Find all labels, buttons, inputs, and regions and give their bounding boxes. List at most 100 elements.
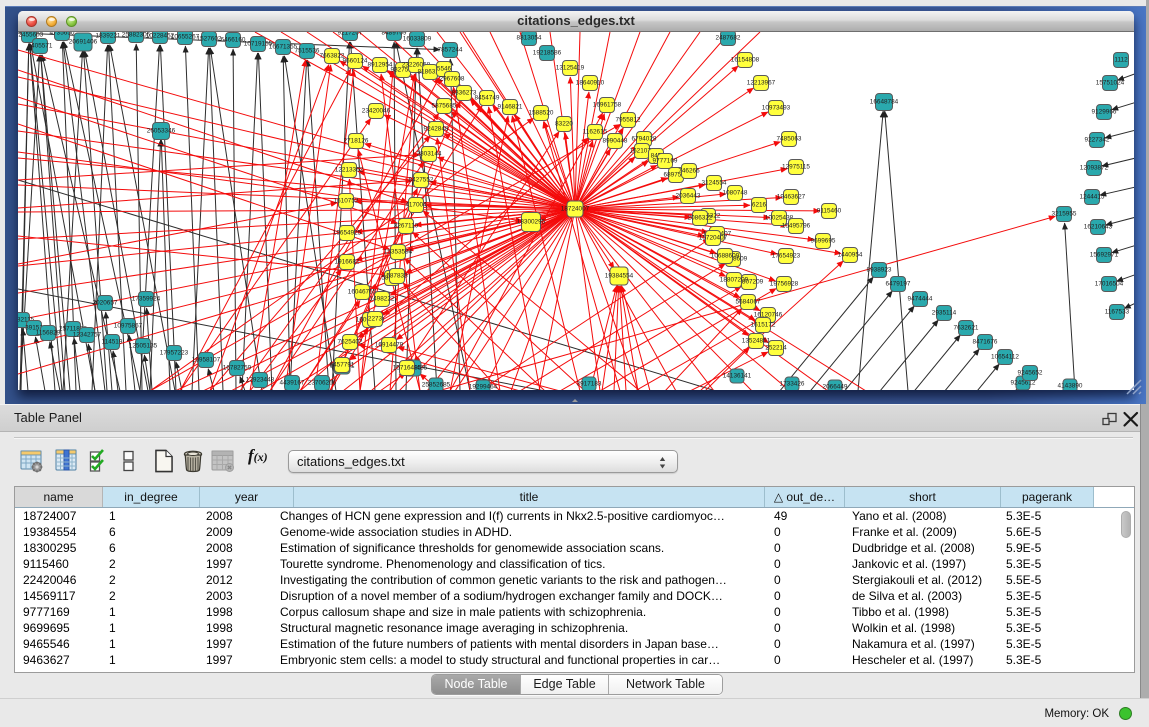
svg-text:8938923: 8938923 — [867, 267, 892, 274]
svg-text:8813054: 8813054 — [517, 35, 542, 42]
svg-text:9129966: 9129966 — [1092, 109, 1117, 116]
svg-text:17654923: 17654923 — [772, 253, 801, 260]
svg-text:17016504: 17016504 — [1095, 281, 1124, 288]
svg-text:23420046: 23420046 — [362, 108, 391, 115]
svg-text:3124554: 3124554 — [702, 180, 727, 187]
svg-text:12213362: 12213362 — [335, 167, 364, 174]
svg-text:7955812: 7955812 — [616, 117, 641, 124]
svg-text:1112: 1112 — [1114, 57, 1128, 64]
svg-text:2967608: 2967608 — [440, 76, 465, 83]
svg-text:13125419: 13125419 — [556, 65, 585, 72]
svg-text:19218586: 19218586 — [533, 50, 562, 57]
svg-text:3917183: 3917183 — [577, 381, 602, 388]
svg-text:12505135: 12505135 — [129, 343, 158, 350]
svg-text:16961758: 16961758 — [593, 102, 622, 109]
svg-text:1588520: 1588520 — [529, 110, 554, 117]
svg-text:12342757: 12342757 — [73, 332, 102, 339]
svg-text:4735650: 4735650 — [50, 32, 75, 37]
svg-text:1440954: 1440954 — [838, 252, 863, 259]
svg-text:2718126: 2718126 — [344, 138, 369, 145]
svg-text:6466160: 6466160 — [221, 37, 246, 44]
svg-text:12975115: 12975115 — [782, 164, 810, 171]
svg-text:25852685: 25852685 — [422, 382, 451, 389]
svg-text:2020657: 2020657 — [93, 300, 118, 307]
svg-text:1156829: 1156829 — [36, 330, 61, 337]
svg-text:5875685: 5875685 — [432, 103, 457, 110]
svg-text:2487682: 2487682 — [716, 35, 741, 42]
svg-text:10958107: 10958107 — [192, 357, 221, 364]
svg-text:1733426: 1733426 — [780, 381, 805, 388]
svg-text:10688609: 10688609 — [711, 253, 740, 260]
svg-text:16648784: 16648784 — [870, 99, 899, 106]
svg-text:22455603: 22455603 — [18, 32, 44, 39]
svg-text:1080748: 1080748 — [723, 190, 748, 197]
svg-text:1527602: 1527602 — [197, 36, 222, 43]
svg-text:10654112: 10654112 — [991, 354, 1019, 361]
svg-text:16046765: 16046765 — [348, 289, 377, 296]
svg-text:10655267: 10655267 — [171, 34, 200, 41]
svg-text:19756928: 19756928 — [770, 281, 799, 288]
svg-text:17957223: 17957223 — [160, 350, 189, 357]
svg-text:14136141: 14136141 — [723, 373, 752, 380]
svg-text:6479197: 6479197 — [886, 281, 911, 288]
svg-text:9146821: 9146821 — [498, 104, 523, 111]
svg-text:5684067: 5684067 — [736, 299, 761, 306]
svg-text:9227342: 9227342 — [1085, 137, 1110, 144]
svg-text:8454749: 8454749 — [475, 95, 500, 102]
svg-text:8912954: 8912954 — [368, 62, 393, 69]
svg-text:9699695: 9699695 — [811, 238, 836, 245]
svg-text:17359924: 17359924 — [132, 296, 161, 303]
svg-text:2086322: 2086322 — [688, 215, 713, 222]
svg-text:19654925: 19654925 — [333, 230, 362, 237]
svg-text:1839221: 1839221 — [96, 33, 121, 40]
svg-text:1610752: 1610752 — [334, 198, 359, 205]
svg-text:7857244: 7857244 — [438, 47, 463, 54]
svg-text:7625402: 7625402 — [338, 339, 363, 346]
svg-text:9660124: 9660124 — [343, 58, 368, 65]
svg-text:7663822: 7663822 — [320, 53, 345, 60]
svg-text:2036443: 2036443 — [676, 193, 701, 200]
svg-text:746266: 746266 — [678, 168, 700, 175]
svg-text:1916682: 1916682 — [335, 259, 360, 266]
svg-text:8471676: 8471676 — [973, 339, 998, 346]
svg-text:20691406: 20691406 — [69, 39, 98, 46]
svg-text:18300295: 18300295 — [517, 219, 546, 226]
svg-text:9242848: 9242848 — [424, 126, 449, 133]
svg-text:15751024: 15751024 — [1096, 80, 1125, 87]
svg-text:9474444: 9474444 — [908, 296, 933, 303]
svg-text:23706266: 23706266 — [308, 380, 337, 387]
svg-text:114519: 114519 — [102, 339, 123, 346]
svg-text:19463627: 19463627 — [777, 194, 806, 201]
svg-text:1615172: 1615172 — [751, 322, 776, 329]
svg-text:9457791: 9457791 — [330, 362, 355, 369]
svg-text:9115460: 9115460 — [817, 208, 842, 215]
svg-text:16210643: 16210643 — [1084, 224, 1113, 231]
svg-text:16782759: 16782759 — [223, 365, 252, 372]
svg-text:6794028: 6794028 — [632, 136, 657, 143]
svg-text:19299464: 19299464 — [469, 384, 498, 391]
svg-text:1405571: 1405571 — [28, 43, 53, 50]
svg-text:12213967: 12213967 — [747, 80, 776, 87]
svg-text:16033809: 16033809 — [403, 36, 432, 43]
svg-text:252214: 252214 — [765, 345, 787, 352]
svg-text:7485063: 7485063 — [777, 136, 802, 143]
svg-text:1244415: 1244415 — [1080, 194, 1105, 201]
svg-text:4143890: 4143890 — [1058, 383, 1083, 390]
svg-text:8427552: 8427552 — [409, 177, 434, 184]
svg-text:3267110: 3267110 — [394, 223, 419, 230]
svg-text:18807209: 18807209 — [720, 277, 749, 284]
svg-text:3215955: 3215955 — [1052, 211, 1077, 218]
svg-text:15495796: 15495796 — [782, 223, 811, 230]
svg-text:15353594: 15353594 — [384, 249, 413, 256]
svg-text:18640910: 18640910 — [576, 80, 605, 87]
svg-text:12093872: 12093872 — [1080, 165, 1109, 172]
svg-text:417004: 417004 — [405, 202, 427, 209]
svg-text:4439167: 4439167 — [280, 380, 305, 387]
svg-text:2273: 2273 — [368, 316, 383, 323]
svg-text:9245652: 9245652 — [1018, 370, 1043, 377]
svg-text:26053346: 26053346 — [147, 128, 176, 135]
svg-text:2066449: 2066449 — [823, 384, 848, 391]
svg-text:7632621: 7632621 — [954, 325, 979, 332]
svg-text:8990448: 8990448 — [603, 138, 628, 145]
svg-text:2935114: 2935114 — [932, 310, 957, 317]
